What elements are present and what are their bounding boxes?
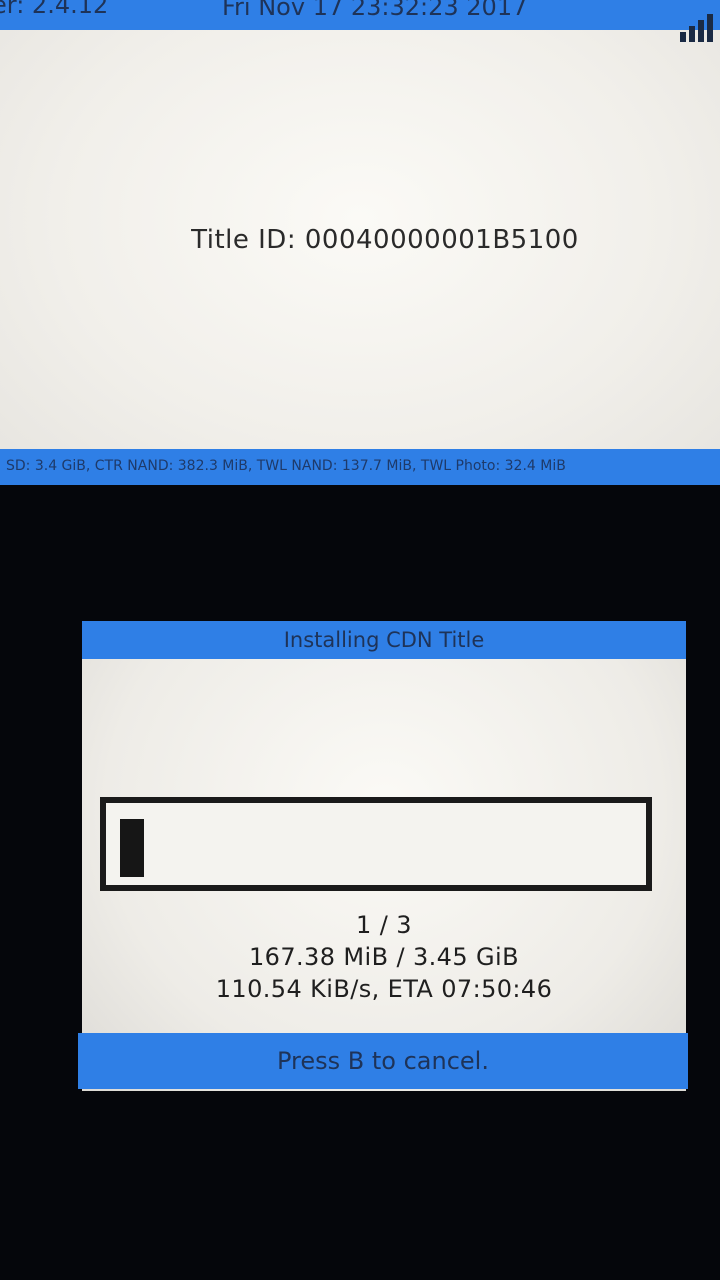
install-dialog: Installing CDN Title 1 / 3 167.38 MiB / … — [78, 621, 688, 1091]
speed-eta: 110.54 KiB/s, ETA 07:50:46 — [215, 975, 553, 1003]
top-status-bar: er: 2.4.12 Fri Nov 17 23:32:23 2017 — [0, 0, 720, 42]
title-id-label: Title ID: 00040000001B5100 — [191, 225, 579, 255]
dialog-title: Installing CDN Title — [82, 621, 686, 659]
storage-info: SD: 3.4 GiB, CTR NAND: 382.3 MiB, TWL NA… — [6, 458, 566, 474]
progress-fill — [120, 819, 144, 877]
top-screen: er: 2.4.12 Fri Nov 17 23:32:23 2017 Titl… — [0, 0, 720, 485]
clock: Fri Nov 17 23:32:23 2017 — [222, 0, 528, 21]
storage-status-bar: SD: 3.4 GiB, CTR NAND: 382.3 MiB, TWL NA… — [0, 449, 720, 485]
size-progress: 167.38 MiB / 3.45 GiB — [249, 943, 519, 971]
cancel-hint: Press B to cancel. — [78, 1033, 688, 1089]
item-count: 1 / 3 — [356, 911, 412, 939]
version-label: er: 2.4.12 — [0, 0, 109, 19]
progress-bar — [100, 797, 652, 891]
wifi-signal-icon — [680, 10, 716, 42]
